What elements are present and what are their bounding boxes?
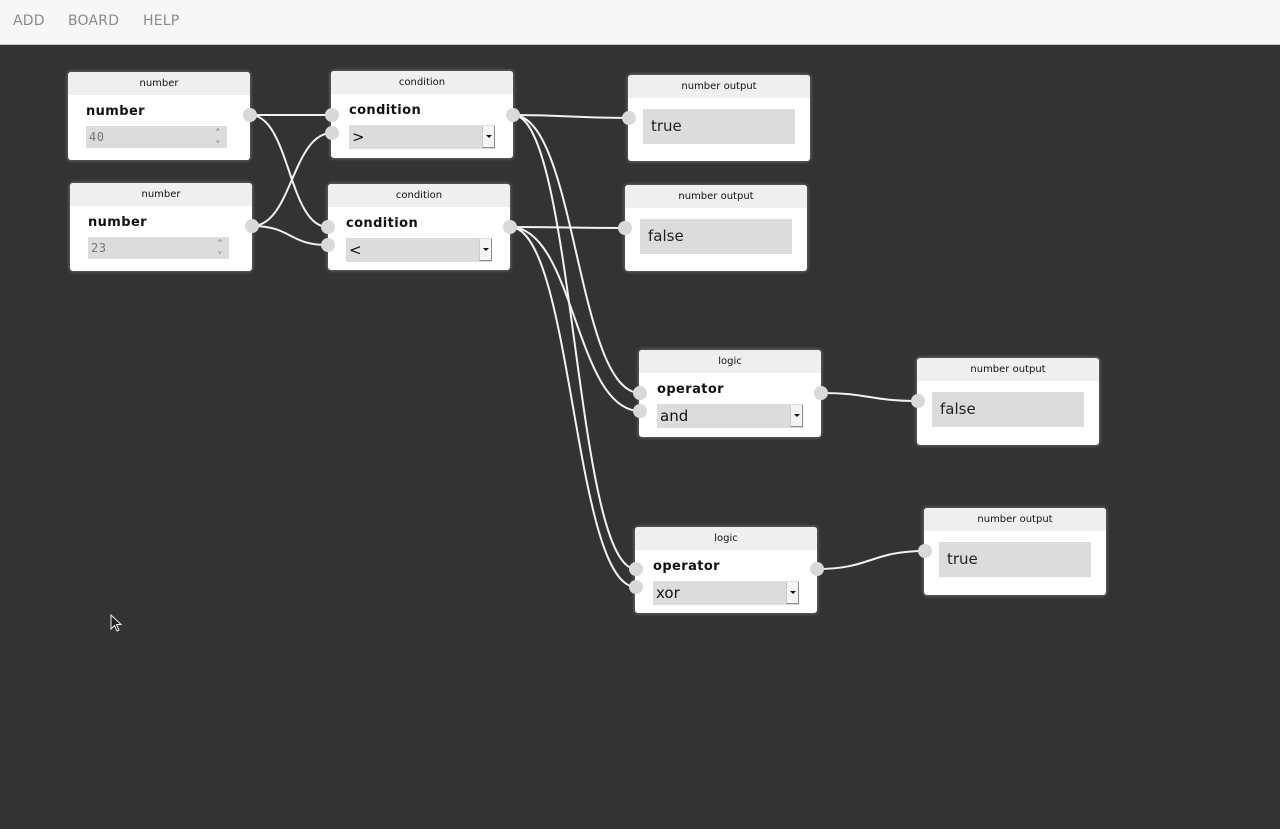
menu-board[interactable]: BOARD [68, 13, 119, 29]
node-label: condition [346, 216, 419, 231]
number-output-node[interactable]: number output false [618, 185, 807, 271]
node-label: number [88, 215, 147, 230]
input-port-1[interactable] [629, 562, 643, 576]
selected-value: > [352, 128, 365, 146]
node-label: operator [653, 559, 720, 574]
logic-node[interactable]: logic operator and [633, 350, 828, 437]
dropdown-arrow-icon[interactable] [786, 582, 799, 604]
input-port-2[interactable] [325, 126, 339, 140]
spinner-icon[interactable]: ⌃ ⌄ [213, 128, 223, 146]
node-label: condition [349, 103, 422, 118]
node-title[interactable]: number [70, 183, 252, 206]
number-value: 40 [89, 130, 105, 144]
input-port-2[interactable] [321, 238, 335, 252]
condition-node[interactable]: condition condition < [321, 184, 517, 270]
input-port-1[interactable] [321, 220, 335, 234]
output-port[interactable] [245, 219, 259, 233]
selected-value: < [349, 241, 362, 259]
input-port[interactable] [918, 544, 932, 558]
mouse-cursor-icon [110, 614, 123, 632]
node-title[interactable]: number output [924, 508, 1106, 531]
number-value: 23 [91, 241, 107, 255]
condition-select[interactable]: > [349, 125, 495, 149]
operator-select[interactable]: and [657, 404, 803, 428]
dropdown-arrow-icon[interactable] [479, 239, 492, 261]
output-port[interactable] [810, 562, 824, 576]
number-input[interactable]: 23 ⌃ ⌄ [88, 237, 229, 259]
logic-node[interactable]: logic operator xor [629, 527, 824, 613]
input-port-2[interactable] [629, 580, 643, 594]
input-port[interactable] [911, 394, 925, 408]
condition-select[interactable]: < [346, 238, 492, 262]
number-input[interactable]: 40 ⌃ ⌄ [86, 126, 227, 148]
node-label: number [86, 104, 145, 119]
output-port[interactable] [506, 108, 520, 122]
node-title[interactable]: number output [917, 358, 1099, 381]
node-label: operator [657, 382, 724, 397]
number-output-node[interactable]: number output true [622, 75, 810, 161]
operator-select[interactable]: xor [653, 581, 799, 605]
node-title[interactable]: logic [635, 527, 817, 550]
input-port-1[interactable] [633, 386, 647, 400]
menu-add[interactable]: ADD [13, 13, 45, 29]
node-title[interactable]: condition [331, 71, 513, 94]
output-port[interactable] [243, 108, 257, 122]
selected-value: xor [656, 584, 680, 602]
number-output-node[interactable]: number output true [918, 508, 1106, 595]
spinner-icon[interactable]: ⌃ ⌄ [215, 239, 225, 257]
input-port-1[interactable] [325, 108, 339, 122]
selected-value: and [660, 407, 689, 425]
dropdown-arrow-icon[interactable] [790, 405, 803, 427]
input-port-2[interactable] [633, 404, 647, 418]
menu-help[interactable]: HELP [143, 13, 179, 29]
output-port[interactable] [814, 386, 828, 400]
output-value: true [939, 542, 1091, 577]
dropdown-arrow-icon[interactable] [482, 126, 495, 148]
number-output-node[interactable]: number output false [911, 358, 1099, 445]
input-port[interactable] [622, 111, 636, 125]
condition-node[interactable]: condition condition > [325, 71, 520, 158]
number-node[interactable]: number number 23 ⌃ ⌄ [70, 183, 259, 271]
output-value: false [932, 392, 1084, 427]
node-title[interactable]: condition [328, 184, 510, 207]
output-value: false [640, 219, 792, 254]
node-title[interactable]: number output [625, 185, 807, 208]
output-value: true [643, 109, 795, 144]
input-port[interactable] [618, 221, 632, 235]
menubar: ADD BOARD HELP [0, 0, 1280, 45]
output-port[interactable] [503, 220, 517, 234]
node-title[interactable]: logic [639, 350, 821, 373]
number-node[interactable]: number number 40 ⌃ ⌄ [68, 72, 257, 160]
node-title[interactable]: number [68, 72, 250, 95]
node-title[interactable]: number output [628, 75, 810, 98]
